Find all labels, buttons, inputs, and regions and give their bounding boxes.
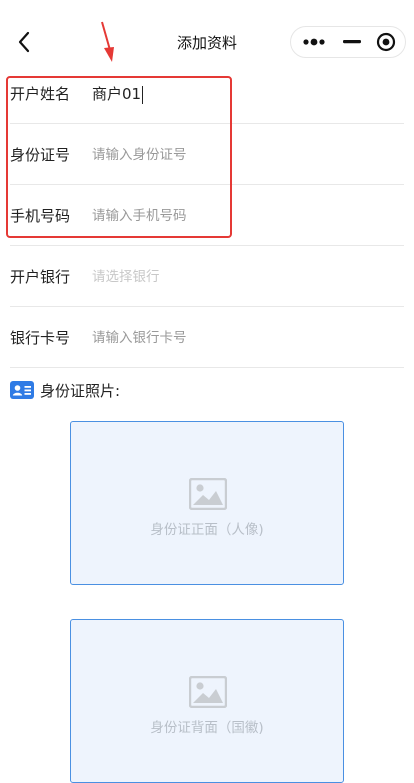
card-number-label: 银行卡号 <box>10 329 71 347</box>
id-back-label: 身份证背面（国徽) <box>150 720 264 736</box>
more-dots-icon <box>303 38 325 46</box>
id-back-upload[interactable]: 身份证背面（国徽) <box>70 619 344 783</box>
image-placeholder-icon <box>189 478 227 510</box>
id-photo-header: 身份证照片: <box>10 379 120 401</box>
bank-row: 开户银行 请选择银行 <box>10 247 404 307</box>
target-close-icon <box>376 32 396 52</box>
more-button[interactable] <box>301 32 327 52</box>
id-photo-title: 身份证照片: <box>40 381 121 400</box>
bank-select[interactable]: 请选择银行 <box>92 261 392 293</box>
name-label: 开户姓名 <box>10 85 71 103</box>
name-value: 商户01 <box>92 85 142 103</box>
mini-program-capsule <box>290 26 406 58</box>
id-front-label: 身份证正面（人像) <box>150 522 264 538</box>
name-input[interactable]: 商户01 <box>92 78 392 110</box>
card-number-input[interactable]: 请输入银行卡号 <box>92 322 392 354</box>
bank-label: 开户银行 <box>10 268 71 286</box>
text-caret <box>142 85 144 104</box>
minimize-button[interactable] <box>339 32 365 52</box>
id-number-label: 身份证号 <box>10 146 71 164</box>
id-front-upload[interactable]: 身份证正面（人像) <box>70 421 344 585</box>
phone-label: 手机号码 <box>10 207 71 225</box>
image-placeholder-icon <box>189 676 227 708</box>
id-number-input[interactable]: 请输入身份证号 <box>92 139 392 171</box>
minimize-icon <box>343 40 361 44</box>
phone-input[interactable]: 请输入手机号码 <box>92 200 392 232</box>
card-number-row: 银行卡号 请输入银行卡号 <box>10 308 404 368</box>
phone-row: 手机号码 请输入手机号码 <box>10 186 404 246</box>
close-button[interactable] <box>373 32 399 52</box>
id-card-icon <box>10 381 34 399</box>
name-row: 开户姓名 商户01 <box>10 64 404 124</box>
id-number-row: 身份证号 请输入身份证号 <box>10 125 404 185</box>
